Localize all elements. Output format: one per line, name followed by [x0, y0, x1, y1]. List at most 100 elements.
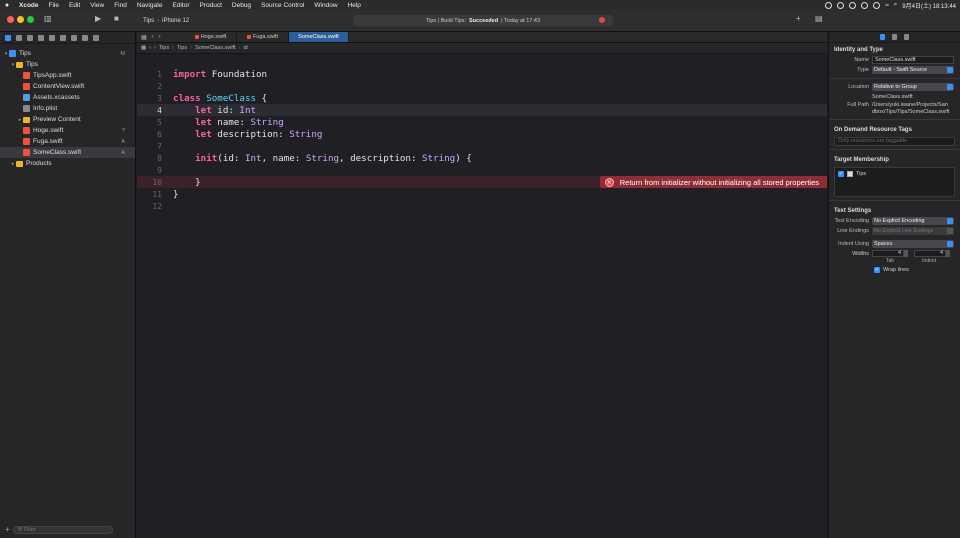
name-field[interactable]: SomeClass.swift — [872, 56, 954, 64]
tab-width-field[interactable]: 4 — [872, 250, 904, 257]
zoom-window-button[interactable] — [27, 16, 34, 23]
sidebar-toggle-icon[interactable]: ▥ — [44, 14, 52, 23]
code-line[interactable]: 7 — [137, 140, 827, 152]
menu-clock[interactable]: 9月4日(土) 18:13:44 — [902, 1, 956, 10]
forward-icon[interactable]: › — [159, 34, 161, 40]
menu-file[interactable]: File — [44, 2, 64, 9]
wifi-icon[interactable]: ≈ — [885, 2, 889, 9]
code-line[interactable]: 8 init(id: Int, name: String, descriptio… — [137, 152, 827, 164]
encoding-popup[interactable]: No Explicit Encoding — [872, 217, 954, 225]
line-number[interactable]: 8 — [137, 154, 164, 163]
line-number[interactable]: 12 — [137, 202, 164, 211]
related-items-icon[interactable]: ▦ — [141, 45, 146, 51]
file-inspector-icon[interactable] — [880, 34, 885, 40]
inspector-toggle-icon[interactable]: ▤ — [815, 14, 823, 23]
status-icon[interactable] — [849, 1, 857, 9]
code-line[interactable]: 10 } ✕ Return from initializer without ini… — [137, 176, 827, 188]
issue-icon[interactable] — [49, 34, 55, 41]
line-number[interactable]: 5 — [137, 118, 164, 127]
navigator-item[interactable]: ▸ Products — [0, 158, 135, 169]
back-icon[interactable]: ‹ — [149, 45, 151, 51]
navigator-item[interactable]: ContentView.swift — [0, 81, 135, 92]
forward-icon[interactable]: › — [154, 45, 156, 51]
navigator-item[interactable]: ▾ Tips — [0, 59, 135, 70]
tab-fuga[interactable]: Fuga.swift — [237, 32, 289, 42]
type-popup[interactable]: Default - Swift Source — [872, 66, 954, 74]
menu-editor[interactable]: Editor — [168, 2, 195, 9]
stop-icon[interactable]: ■ — [114, 14, 119, 23]
source-control-icon[interactable] — [16, 34, 22, 41]
line-number[interactable]: 11 — [137, 190, 164, 199]
navigator-item[interactable]: Fuga.swift A — [0, 136, 135, 147]
status-icon[interactable] — [837, 1, 845, 9]
line-number[interactable]: 1 — [137, 70, 164, 79]
checkbox-checked-icon[interactable]: ✓ — [838, 171, 844, 177]
menu-view[interactable]: View — [85, 2, 109, 9]
line-number[interactable]: 10 — [137, 178, 164, 187]
line-number[interactable]: 4 — [137, 106, 164, 115]
minimize-window-button[interactable] — [17, 16, 24, 23]
find-icon[interactable] — [38, 34, 44, 41]
filter-input[interactable] — [12, 525, 113, 534]
breakpoint-icon[interactable] — [82, 34, 88, 41]
location-popup[interactable]: Relative to Group — [872, 83, 954, 91]
menu-debug[interactable]: Debug — [227, 2, 256, 9]
code-line[interactable]: 6 let description: String — [137, 128, 827, 140]
line-number[interactable]: 7 — [137, 142, 164, 151]
code-line[interactable]: 4 let id: Int — [137, 104, 827, 116]
navigator-item[interactable]: SomeClass.swift A — [0, 147, 135, 158]
menu-window[interactable]: Window — [309, 2, 342, 9]
menu-edit[interactable]: Edit — [64, 2, 85, 9]
line-number[interactable]: 9 — [137, 166, 164, 175]
grid-icon[interactable]: ▦ — [141, 34, 147, 41]
menu-app[interactable]: Xcode — [14, 2, 44, 9]
breadcrumb-folder[interactable]: Tips — [177, 45, 187, 51]
add-file-icon[interactable]: + — [5, 525, 10, 534]
menu-find[interactable]: Find — [109, 2, 132, 9]
line-number[interactable]: 6 — [137, 130, 164, 139]
status-icon[interactable] — [861, 1, 869, 9]
error-annotation[interactable]: ✕ Return from initializer without initial… — [599, 176, 827, 188]
breadcrumb-project[interactable]: Tips — [159, 45, 169, 51]
debug-icon[interactable] — [71, 34, 77, 41]
report-icon[interactable] — [93, 34, 99, 41]
add-icon[interactable]: + — [796, 14, 801, 23]
code-line[interactable]: 9 — [137, 164, 827, 176]
folder-icon[interactable] — [5, 34, 11, 41]
wrap-lines-checkbox[interactable]: ✓ — [874, 267, 880, 273]
indent-width-stepper[interactable] — [946, 250, 950, 257]
battery-icon[interactable] — [873, 1, 881, 9]
code-line[interactable]: 12 — [137, 200, 827, 212]
code-line[interactable]: 3 class SomeClass { — [137, 92, 827, 104]
code-line[interactable]: 2 — [137, 80, 827, 92]
line-number[interactable]: 2 — [137, 82, 164, 91]
close-window-button[interactable] — [7, 16, 14, 23]
history-icon[interactable] — [892, 34, 897, 40]
code-area[interactable]: 1 import Foundation 2 3 class SomeClass {4 l… — [137, 54, 827, 212]
back-icon[interactable]: ‹ — [152, 34, 154, 40]
navigator-item[interactable]: Hoge.swift? — [0, 125, 135, 136]
menu-help[interactable]: Help — [343, 2, 366, 9]
tab-hoge[interactable]: Hoge.swift — [185, 32, 237, 42]
error-badge[interactable] — [599, 17, 605, 23]
navigator-item[interactable]: Assets.xcassets — [0, 92, 135, 103]
navigator-item[interactable]: Info.plist — [0, 103, 135, 114]
test-icon[interactable] — [60, 34, 66, 41]
symbol-icon[interactable] — [27, 34, 33, 41]
navigator-item[interactable]: ▾ Tips M — [0, 48, 135, 59]
line-number[interactable]: 3 — [137, 94, 164, 103]
breadcrumb-file[interactable]: SomeClass.swift — [195, 45, 236, 51]
indent-using-popup[interactable]: Spaces — [872, 240, 954, 248]
code-line[interactable]: 1 import Foundation — [137, 68, 827, 80]
scheme-selector[interactable]: Tips › iPhone 12 — [143, 15, 189, 26]
menu-source-control[interactable]: Source Control — [256, 2, 309, 9]
breadcrumb-symbol[interactable]: id — [243, 45, 247, 51]
run-icon[interactable]: ▶ — [95, 14, 101, 23]
menu-product[interactable]: Product — [194, 2, 226, 9]
indent-width-field[interactable]: 4 — [914, 250, 946, 257]
help-icon[interactable] — [904, 34, 909, 40]
navigator-item[interactable]: TipsApp.swift — [0, 70, 135, 81]
code-line[interactable]: 5 let name: String — [137, 116, 827, 128]
apple-menu-icon[interactable]: ● — [0, 2, 14, 9]
navigator-item[interactable]: ▸ Preview Content — [0, 114, 135, 125]
